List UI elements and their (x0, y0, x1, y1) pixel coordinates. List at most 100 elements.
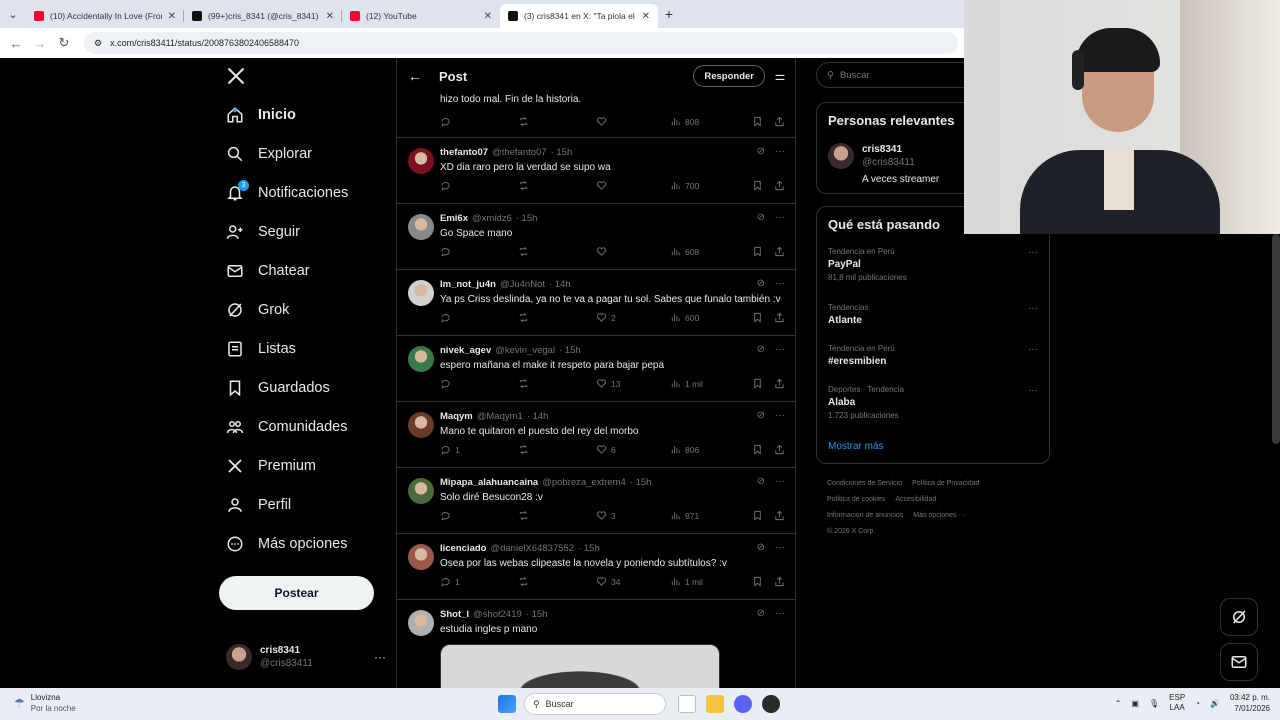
close-tab-icon[interactable]: ✕ (326, 11, 334, 22)
tweet-handle[interactable]: @xmidz6 (472, 213, 512, 224)
x-logo-icon[interactable] (226, 66, 246, 86)
post-button[interactable]: Postear (219, 576, 374, 610)
tweet-author[interactable]: licenciado (440, 543, 486, 554)
tweet-handle[interactable]: @Ju4nNot (500, 279, 545, 290)
retweet-icon[interactable] (518, 312, 529, 323)
nav-item-guardados[interactable]: Guardados (226, 379, 330, 397)
footer-link[interactable]: Accesibilidad (895, 496, 936, 503)
like-icon[interactable] (596, 180, 611, 191)
retweet-icon[interactable] (518, 116, 529, 127)
close-tab-icon[interactable]: ✕ (642, 11, 650, 22)
avatar[interactable] (408, 412, 434, 438)
views-icon[interactable]: 971 (670, 510, 699, 521)
footer-link[interactable]: Política de cookies (827, 496, 885, 503)
reply-icon[interactable] (440, 312, 455, 323)
nav-item-notificaciones[interactable]: 3 Notificaciones (226, 180, 348, 202)
tweet[interactable]: Emi6x @xmidz6 · 15h ⊘ ··· Go Space mano 608 (397, 204, 795, 270)
trend-item[interactable]: Tendencia en Perú PayPal 81,8 mil public… (828, 247, 1038, 282)
tweet-author[interactable]: Maqym (440, 411, 473, 422)
nav-item-grok[interactable]: Grok (226, 301, 289, 319)
bookmark-icon[interactable] (752, 576, 763, 587)
tweet-handle[interactable]: @shot2419 (473, 609, 522, 620)
tweet-time[interactable]: · 15h (516, 213, 538, 224)
reply-button[interactable]: Responder (693, 65, 765, 87)
retweet-icon[interactable] (518, 444, 529, 455)
nav-item-explorar[interactable]: Explorar (226, 145, 312, 163)
browser-tab[interactable]: (10) Accidentally In Love (From ✕ (26, 4, 184, 28)
wifi-icon[interactable]: ◔ (1195, 699, 1200, 708)
tweet-handle[interactable]: @pobreza_extrem4 (542, 477, 626, 488)
grok-icon[interactable]: ⊘ (757, 410, 765, 421)
tweet[interactable]: nivek_agev @kevin_vegal · 15h ⊘ ··· espero ma… (397, 336, 795, 402)
nav-item-seguir[interactable]: Seguir (226, 223, 300, 241)
grok-icon[interactable]: ⊘ (757, 212, 765, 223)
retweet-icon[interactable] (518, 180, 529, 191)
trend-item[interactable]: Tendencia en Perú #eresmibien ··· (828, 344, 1038, 367)
forward-arrow-icon[interactable]: → (28, 36, 52, 51)
retweet-icon[interactable] (518, 246, 529, 257)
tweet-time[interactable]: · 15h (559, 345, 581, 356)
nav-item-chatear[interactable]: Chatear (226, 262, 310, 280)
bookmark-icon[interactable] (752, 180, 763, 191)
reply-icon[interactable] (440, 116, 451, 127)
share-icon[interactable] (774, 246, 785, 257)
page-scrollbar[interactable] (1272, 234, 1280, 444)
footer-link[interactable]: Más opciones ··· (913, 512, 965, 519)
account-switcher[interactable]: cris8341 @cris83411 ··· (226, 644, 386, 670)
trend-item[interactable]: Tendencias Atlante ··· (828, 303, 1038, 326)
task-view-icon[interactable] (678, 695, 696, 713)
reply-icon[interactable] (440, 378, 455, 389)
nav-item-inicio[interactable]: Inicio (226, 106, 296, 124)
discord-icon[interactable] (734, 695, 752, 713)
avatar[interactable] (408, 148, 434, 174)
tweet-handle[interactable]: @danielX64837552 (490, 543, 574, 554)
like-icon[interactable] (596, 246, 611, 257)
more-dots-icon[interactable]: ··· (775, 476, 785, 487)
relevant-user[interactable]: cris8341 @cris83411 A veces streamer (828, 143, 939, 186)
address-bar[interactable]: ⚙ x.com/cris83411/status/200876380240658… (84, 32, 958, 54)
close-tab-icon[interactable]: ✕ (484, 11, 492, 22)
tab-list-chevron-icon[interactable]: ⌄ (0, 0, 26, 28)
tweet-author[interactable]: thefanto07 (440, 147, 488, 158)
grok-icon[interactable]: ⊘ (757, 344, 765, 355)
tweet[interactable]: Maqym @Maqym1 · 14h ⊘ ··· Mano te quitaron el… (397, 402, 795, 468)
views-icon[interactable]: 806 (670, 444, 699, 455)
more-dots-icon[interactable]: ··· (775, 608, 785, 619)
like-icon[interactable]: 2 (596, 312, 616, 323)
trend-item[interactable]: Deportes · Tendencia Alaba 1.723 publica… (828, 385, 1038, 420)
tweet-time[interactable]: · 15h (578, 543, 600, 554)
tweet-time[interactable]: · 14h (527, 411, 549, 422)
retweet-icon[interactable] (518, 378, 529, 389)
nav-item-listas[interactable]: Listas (226, 340, 296, 358)
views-icon[interactable]: 600 (670, 312, 699, 323)
share-icon[interactable] (774, 180, 785, 191)
views-icon[interactable]: 1 mil (670, 576, 703, 587)
tweet-author[interactable]: Mipapa_alahuancaina (440, 477, 538, 488)
close-tab-icon[interactable]: ✕ (168, 11, 176, 22)
more-dots-icon[interactable]: ··· (1028, 385, 1038, 396)
footer-link[interactable]: Condiciones de Servicio (827, 480, 902, 487)
tweet[interactable]: Shot_l @shot2419 · 15h ⊘ ··· estudia ingles p… (397, 600, 795, 688)
bookmark-icon[interactable] (752, 312, 763, 323)
browser-tab[interactable]: (12) YouTube ✕ (342, 4, 500, 28)
more-dots-icon[interactable]: ··· (775, 410, 785, 421)
volume-icon[interactable]: 🔊 (1210, 699, 1220, 708)
reply-icon[interactable] (440, 510, 455, 521)
taskbar-search[interactable]: ⚲ Buscar (524, 693, 666, 715)
more-dots-icon[interactable]: ··· (1028, 344, 1038, 355)
share-icon[interactable] (774, 444, 785, 455)
grok-icon[interactable]: ⊘ (757, 146, 765, 157)
more-dots-icon[interactable]: ··· (775, 542, 785, 553)
like-icon[interactable] (596, 116, 607, 127)
reply-icon[interactable]: 1 (440, 576, 460, 587)
reply-icon[interactable]: 1 (440, 444, 460, 455)
nav-item-comunidades[interactable]: Comunidades (226, 418, 347, 436)
tweet-author[interactable]: Im_not_ju4n (440, 279, 496, 290)
share-icon[interactable] (774, 378, 785, 389)
tweet-handle[interactable]: @kevin_vegal (495, 345, 555, 356)
like-icon[interactable]: 3 (596, 510, 616, 521)
tweet-author[interactable]: Emi6x (440, 213, 468, 224)
chevron-up-icon[interactable]: ⌃ (1115, 699, 1122, 708)
sliders-icon[interactable]: ⚌ (765, 69, 795, 83)
grok-icon[interactable]: ⊘ (757, 476, 765, 487)
